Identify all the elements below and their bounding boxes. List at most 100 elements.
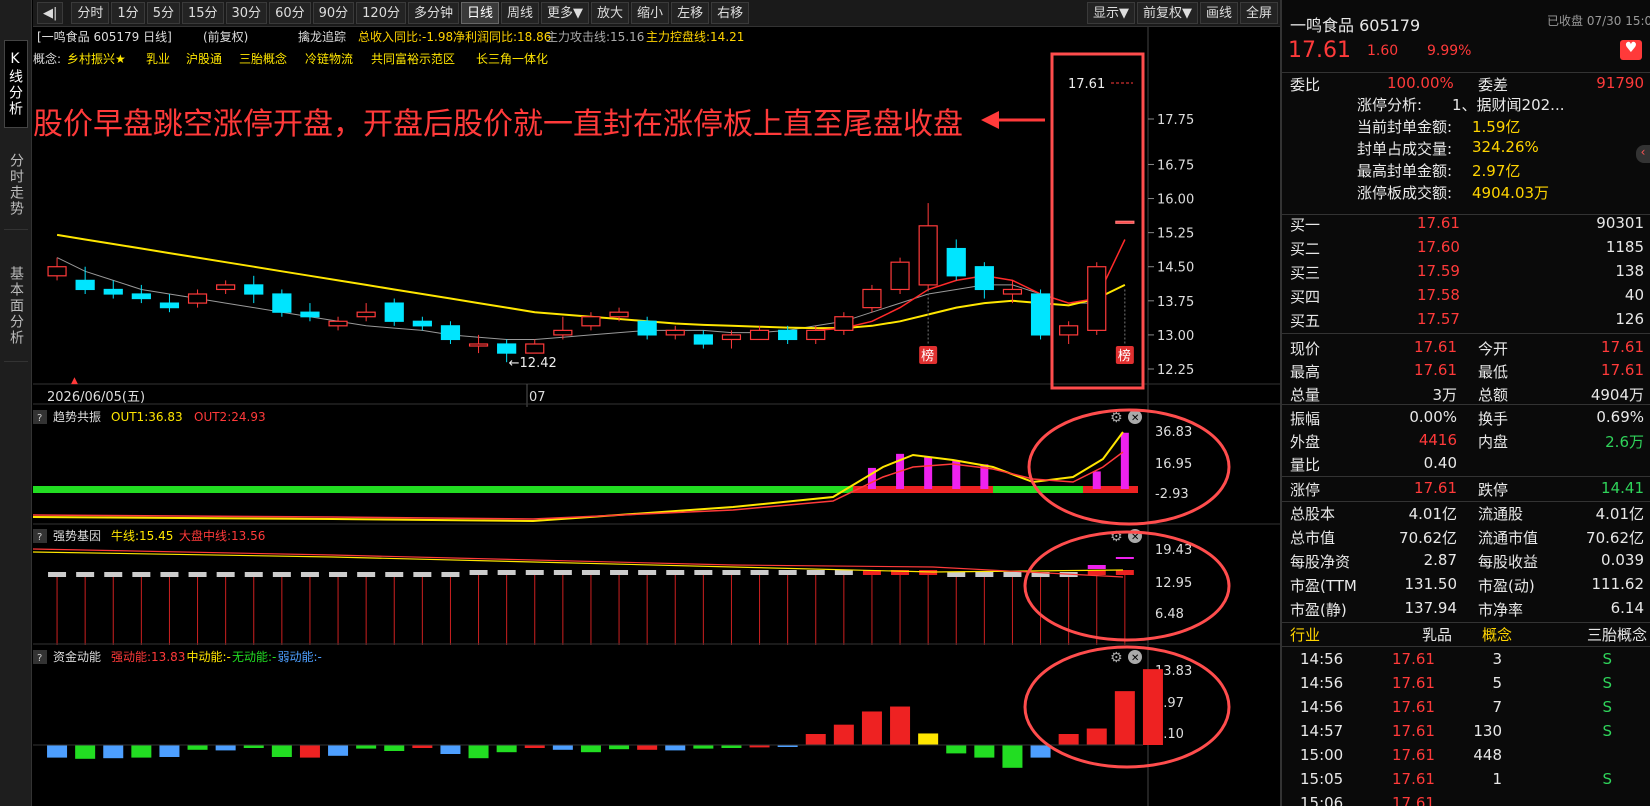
candle-body[interactable]	[187, 293, 208, 304]
bid-volume: 90301	[1596, 214, 1644, 232]
toolbar-right-button-2[interactable]: 画线	[1199, 2, 1238, 24]
period-button-8[interactable]: 多分钟	[407, 2, 459, 24]
candle-body[interactable]	[244, 284, 264, 295]
candle-body[interactable]	[778, 329, 798, 341]
period-button-15[interactable]: 右移	[711, 2, 750, 24]
period-button-12[interactable]: 放大	[591, 2, 630, 24]
candle-body[interactable]	[412, 320, 432, 327]
period-button-5[interactable]: 60分	[269, 2, 311, 24]
candle-body[interactable]	[581, 316, 601, 327]
candle-body[interactable]	[609, 311, 629, 318]
candle-body[interactable]	[328, 320, 348, 327]
gene-bar	[975, 572, 994, 577]
tick-time: 14:56	[1300, 674, 1344, 692]
period-button-2[interactable]: 5分	[146, 2, 180, 24]
gene-bar	[553, 570, 572, 575]
tick-time: 15:06	[1300, 794, 1344, 806]
settings-gear-icon[interactable]: ⚙	[1110, 410, 1123, 426]
concept-item[interactable]: 长三角一体化	[476, 52, 548, 66]
candle-body[interactable]	[1059, 325, 1079, 336]
settings-gear-icon[interactable]: ⚙	[1110, 650, 1123, 666]
period-button-0[interactable]: 分时	[71, 2, 110, 24]
period-button-10[interactable]: 周线	[501, 2, 540, 24]
candle-body[interactable]	[721, 334, 742, 341]
candle-body[interactable]	[1002, 288, 1023, 295]
fund-bar	[552, 745, 573, 750]
stat-label: 涨停	[1290, 481, 1321, 499]
fund-bar	[159, 745, 180, 757]
period-button-14[interactable]: 左移	[671, 2, 710, 24]
candle-body[interactable]	[862, 288, 882, 309]
gene-bar	[694, 570, 713, 575]
candle-body[interactable]	[131, 293, 151, 300]
candle-body[interactable]	[103, 288, 123, 295]
period-button-4[interactable]: 30分	[225, 2, 268, 24]
candle-body[interactable]	[946, 247, 966, 277]
candle-body[interactable]	[553, 329, 573, 336]
candle-body[interactable]	[749, 329, 770, 341]
concept-item[interactable]: 冷链物流	[305, 51, 353, 66]
period-button-3[interactable]: 15分	[181, 2, 224, 24]
candle-body[interactable]	[693, 334, 713, 345]
candle-body[interactable]	[440, 325, 461, 341]
rev-yoy: 总收入同比:-1.98	[358, 30, 453, 44]
period-button-7[interactable]: 120分	[356, 2, 406, 24]
concept-item[interactable]: 乡村振兴★	[67, 52, 126, 66]
concept-item[interactable]: 乳业	[146, 52, 170, 66]
candle-body[interactable]	[468, 343, 489, 347]
stat-value: 0.40	[1423, 454, 1457, 472]
gene-bar	[947, 572, 966, 577]
candle-body[interactable]	[974, 266, 994, 291]
toolbar-right-button-0[interactable]: 显示▼	[1086, 2, 1135, 24]
stat-value: 17.61	[1414, 361, 1457, 379]
candle-body[interactable]	[159, 302, 180, 309]
period-button-9[interactable]: 日线	[461, 2, 500, 24]
candle-body[interactable]	[216, 284, 236, 291]
period-button-6[interactable]: 90分	[312, 2, 355, 24]
svg-text:?: ?	[37, 413, 42, 424]
candle-body[interactable]	[1087, 266, 1107, 331]
period-button-11[interactable]: 更多▼	[541, 2, 590, 24]
candle-body[interactable]	[1030, 293, 1051, 336]
candle-body[interactable]	[75, 279, 95, 291]
candle-body[interactable]	[47, 266, 67, 277]
candle-body[interactable]	[637, 320, 657, 336]
candle-body[interactable]	[300, 311, 320, 318]
stat-label: 总额	[1478, 386, 1509, 404]
chart-area[interactable]: [一鸣食品 605179 日线] (前复权) 擒龙追踪 总收入同比:-1.98 …	[33, 27, 1280, 806]
bid-row: 买三 17.59 138	[1282, 260, 1650, 284]
stat-label: 市盈(静)	[1290, 601, 1347, 619]
candle-body[interactable]	[834, 316, 854, 331]
concept-item[interactable]: 三胎概念	[239, 51, 287, 66]
collapse-icon[interactable]: ◀|	[37, 2, 64, 24]
candle-body[interactable]	[890, 261, 910, 291]
toolbar-right-button-3[interactable]: 全屏	[1239, 2, 1278, 24]
tab-fundamentals[interactable]: 基本面分析	[4, 250, 28, 362]
tab-intraday[interactable]: 分时走势	[4, 140, 28, 230]
trend-bar	[924, 457, 933, 489]
panel-value: 无动能:-	[232, 650, 276, 664]
stat-value: 2.87	[1423, 551, 1457, 569]
candle-body[interactable]	[384, 302, 404, 322]
fund-bar	[890, 706, 911, 745]
tab-kline-analysis[interactable]: K线分析	[4, 40, 28, 128]
market-status: 已收盘 07/30 15:00	[1547, 14, 1650, 28]
candle-body[interactable]	[918, 225, 938, 286]
period-button-1[interactable]: 1分	[111, 2, 145, 24]
bid-row: 买一 17.61 90301	[1282, 212, 1650, 236]
toolbar-right-button-1[interactable]: 前复权▼	[1136, 2, 1198, 24]
candle-body[interactable]	[665, 329, 685, 336]
candle-body[interactable]	[497, 343, 517, 354]
candle-body[interactable]	[356, 311, 376, 318]
concept-item[interactable]: 沪股通	[186, 52, 222, 66]
candle-body[interactable]	[525, 343, 545, 354]
fund-bar	[609, 745, 630, 750]
candle-body[interactable]	[1115, 220, 1135, 224]
period-button-13[interactable]: 缩小	[631, 2, 670, 24]
candle-body[interactable]	[272, 293, 292, 313]
favorite-heart-icon[interactable]: ♥	[1620, 40, 1642, 60]
stat-label: 今开	[1478, 340, 1509, 358]
expand-arrow-icon[interactable]: ‹	[1636, 145, 1650, 163]
candle-body[interactable]	[806, 329, 826, 341]
concept-item[interactable]: 共同富裕示范区	[371, 51, 455, 66]
